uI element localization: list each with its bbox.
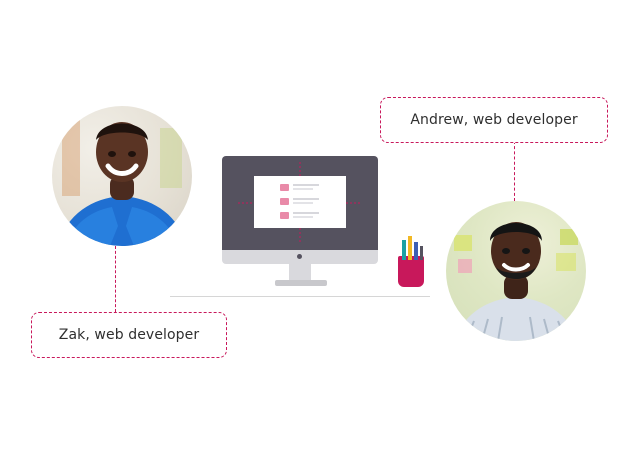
- pen-cup-icon: [398, 256, 424, 287]
- avatar-andrew: [446, 201, 586, 341]
- pens-icon: [402, 236, 423, 260]
- zak-name-text: Zak, web developer: [58, 327, 200, 343]
- monitor-stand-neck: [289, 264, 311, 280]
- andrew-connector-line: [514, 141, 515, 201]
- monitor-stand-base: [275, 280, 327, 286]
- monitor-guides: [238, 162, 362, 242]
- andrew-name-text: Andrew, web developer: [410, 112, 578, 128]
- power-indicator-icon: [297, 254, 302, 259]
- zak-photo-illustration: [57, 116, 187, 246]
- avatar-zak: [52, 106, 192, 246]
- andrew-photo-illustration: [454, 222, 578, 341]
- desk-line: [170, 296, 430, 297]
- andrew-name-label: Andrew, web developer: [380, 97, 608, 143]
- zak-connector-line: [115, 246, 116, 312]
- zak-name-label: Zak, web developer: [31, 312, 227, 358]
